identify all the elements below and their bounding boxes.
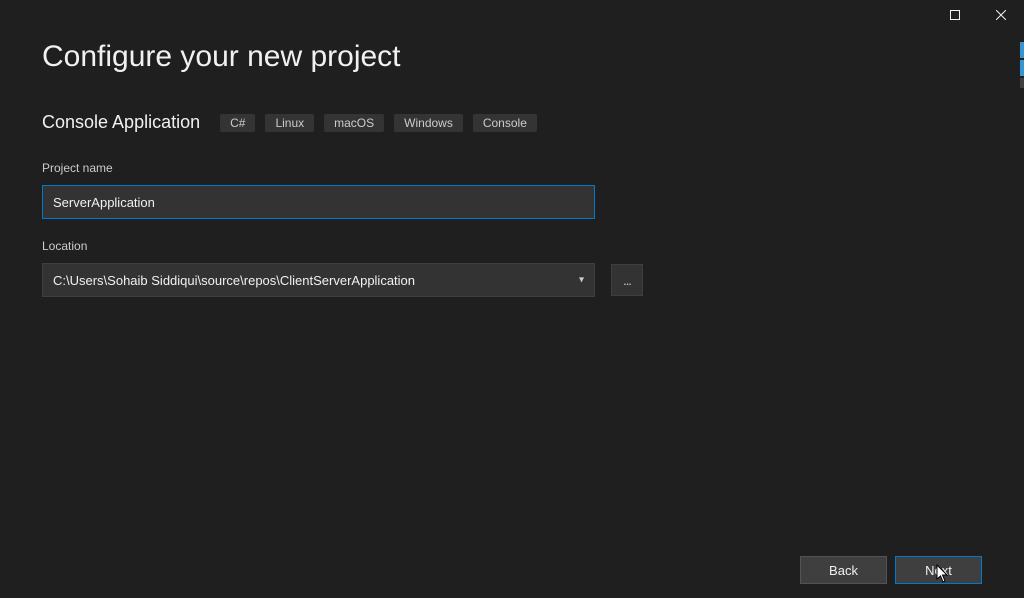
footer-buttons: Back Next: [800, 556, 982, 584]
page-title: Configure your new project: [42, 40, 982, 74]
template-name: Console Application: [42, 112, 200, 133]
maximize-button[interactable]: [932, 0, 978, 30]
side-indicator: [1020, 42, 1024, 88]
location-label: Location: [42, 239, 982, 253]
tag-console: Console: [473, 114, 537, 132]
back-button[interactable]: Back: [800, 556, 887, 584]
chevron-down-icon: ▾: [579, 275, 584, 286]
template-tags: C# Linux macOS Windows Console: [220, 114, 537, 132]
tag-csharp: C#: [220, 114, 255, 132]
next-button[interactable]: Next: [895, 556, 982, 584]
tag-macos: macOS: [324, 114, 384, 132]
location-value: C:\Users\Sohaib Siddiqui\source\repos\Cl…: [53, 273, 415, 288]
project-name-label: Project name: [42, 161, 982, 175]
browse-button[interactable]: ...: [611, 264, 643, 296]
window-titlebar: [932, 0, 1024, 30]
tag-windows: Windows: [394, 114, 463, 132]
project-name-input[interactable]: [42, 185, 595, 219]
close-button[interactable]: [978, 0, 1024, 30]
location-select[interactable]: C:\Users\Sohaib Siddiqui\source\repos\Cl…: [42, 263, 595, 297]
tag-linux: Linux: [265, 114, 314, 132]
